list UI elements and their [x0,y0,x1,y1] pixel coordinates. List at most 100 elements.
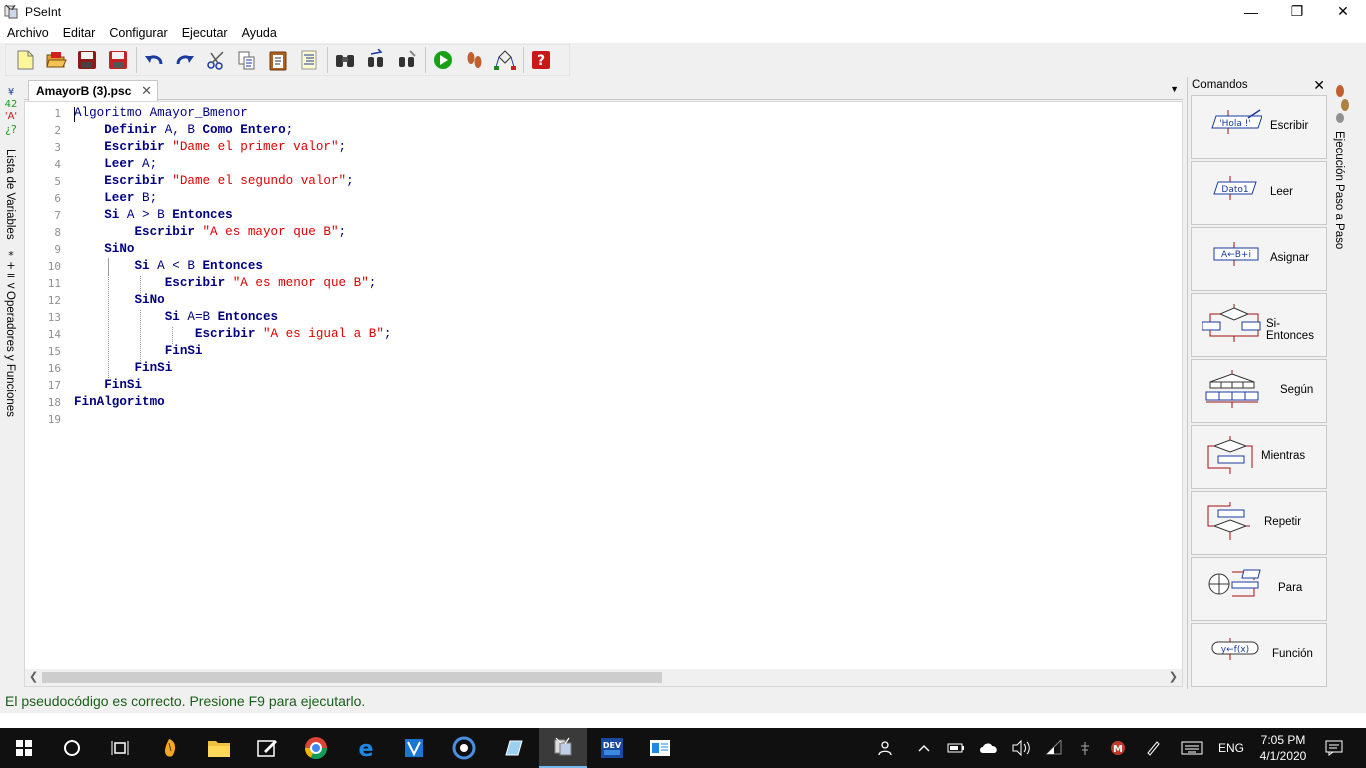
tray-clock[interactable]: 7:05 PM 4/1/2020 [1248,732,1318,764]
find-next-button[interactable] [363,47,389,73]
variables-list-tab[interactable]: Lista de Variables [4,149,16,240]
toolbar: ? [0,43,1366,77]
scroll-left-icon[interactable]: ❮ [29,670,38,683]
menu-configurar[interactable]: Configurar [102,26,174,40]
save-as-button[interactable] [105,47,131,73]
footsteps-icon [1336,85,1349,123]
close-button[interactable]: ✕ [1320,0,1366,23]
command-para[interactable]: Para [1191,557,1327,621]
tray-wifi-icon[interactable] [1043,728,1065,768]
taskbar-editor-app[interactable] [243,728,291,768]
command-mientras[interactable]: Mientras [1191,425,1327,489]
tab-list-dropdown-icon[interactable]: ▼ [1170,84,1179,94]
line-number: 16 [47,362,61,375]
line-number: 6 [54,192,61,205]
save-button[interactable] [74,47,100,73]
tray-antivirus-icon[interactable]: M [1107,728,1129,768]
toolbar-separator [327,47,328,73]
undo-icon [145,55,163,65]
new-file-button[interactable] [12,47,38,73]
tray-network-icon[interactable] [1075,728,1095,768]
save-as-icon [109,51,127,69]
command-label: Según [1280,384,1314,396]
taskbar-edge[interactable]: e [342,728,390,768]
menu-ejecutar[interactable]: Ejecutar [175,26,235,40]
task-view-button[interactable] [96,728,144,768]
escribir-icon: 'Hola !' [1211,109,1262,134]
paste-icon [269,51,287,71]
code-line: FinSi [104,378,143,392]
tab-label: AmayorB (3).psc [36,84,132,98]
status-bar: El pseudocódigo es correcto. Presione F9… [0,689,1366,713]
pseint-app-icon [554,737,572,756]
scroll-right-icon[interactable]: ❯ [1169,670,1178,683]
search-button[interactable] [48,728,96,768]
taskbar-chrome[interactable] [292,728,340,768]
flowchart-button[interactable] [492,47,518,73]
svg-text:'Hola !': 'Hola !' [1219,119,1251,129]
commands-close-icon[interactable]: ✕ [1313,77,1325,94]
step-by-step-button[interactable] [461,47,487,73]
help-button[interactable]: ? [528,47,554,73]
menu-archivo[interactable]: Archivo [0,26,56,40]
taskbar-app-blue-circle[interactable] [440,728,488,768]
window-title: PSeInt [25,4,62,19]
menu-ayuda[interactable]: Ayuda [235,26,284,40]
command-funcion[interactable]: y←f(x) Función [1191,623,1327,687]
tray-pen-icon[interactable] [1142,728,1164,768]
replace-button[interactable] [394,47,420,73]
command-si-entonces[interactable]: Si-Entonces [1191,293,1327,357]
chrome-icon [305,737,327,759]
save-icon [78,51,96,69]
line-number: 17 [47,379,61,392]
tab-close-icon[interactable]: ✕ [141,83,152,99]
menu-editar[interactable]: Editar [56,26,103,40]
command-escribir[interactable]: 'Hola !' Escribir [1191,95,1327,159]
taskbar-app-bluebook[interactable] [489,728,537,768]
tray-keyboard-icon[interactable] [1179,728,1205,768]
step-by-step-tab[interactable]: Ejecución Paso a Paso [1333,131,1345,249]
command-leer[interactable]: Dato1 Leer [1191,161,1327,225]
run-button[interactable] [430,47,456,73]
code-line: Algoritmo Amayor_Bmenor [74,106,248,120]
redo-button[interactable] [172,47,198,73]
minimize-button[interactable]: — [1228,0,1274,23]
line-number: 8 [54,226,61,239]
taskbar-app-window[interactable] [636,728,684,768]
code-lines: Algoritmo Amayor_Bmenor Definir A, B Com… [74,105,391,428]
command-segun[interactable]: Según [1191,359,1327,423]
tray-language[interactable]: ENG [1214,728,1248,768]
taskbar-dev-cpp[interactable]: DEV [588,728,636,768]
scrollbar-thumb[interactable] [42,672,662,683]
start-button[interactable] [0,728,48,768]
notification-icon [1325,740,1343,756]
horizontal-scrollbar[interactable]: ❮ ❯ [25,669,1182,686]
maximize-button[interactable]: ❐ [1274,0,1320,23]
tray-battery-icon[interactable] [946,728,966,768]
tray-volume-icon[interactable] [1010,728,1032,768]
copy-button[interactable] [234,47,260,73]
tray-notifications-icon[interactable] [1318,728,1350,768]
tab-amayorb[interactable]: AmayorB (3).psc ✕ [28,80,158,101]
tray-onedrive-icon[interactable] [978,728,1000,768]
operators-functions-tab[interactable]: Operadores y Funciones [4,291,16,417]
tray-people-icon[interactable] [874,728,898,768]
taskbar-visual-studio-code[interactable] [390,728,438,768]
code-editor[interactable]: 1 2 3 4 5 6 7 8 9 10 11 12 13 14 15 16 1… [24,101,1183,687]
command-asignar[interactable]: A←B+i Asignar [1191,227,1327,291]
svg-text:M: M [1113,744,1123,755]
command-repetir[interactable]: Repetir [1191,491,1327,555]
find-button[interactable] [332,47,358,73]
tray-show-hidden-icon[interactable] [914,728,934,768]
indent-button[interactable] [296,47,322,73]
taskbar-pseint[interactable] [539,728,587,768]
cut-button[interactable] [203,47,229,73]
command-label: Escribir [1270,120,1309,132]
open-file-button[interactable] [43,47,69,73]
funcion-icon: y←f(x) [1211,638,1259,660]
paste-button[interactable] [265,47,291,73]
line-number: 15 [47,345,61,358]
taskbar-fl-studio[interactable] [146,728,194,768]
undo-button[interactable] [141,47,167,73]
taskbar-file-explorer[interactable] [195,728,243,768]
